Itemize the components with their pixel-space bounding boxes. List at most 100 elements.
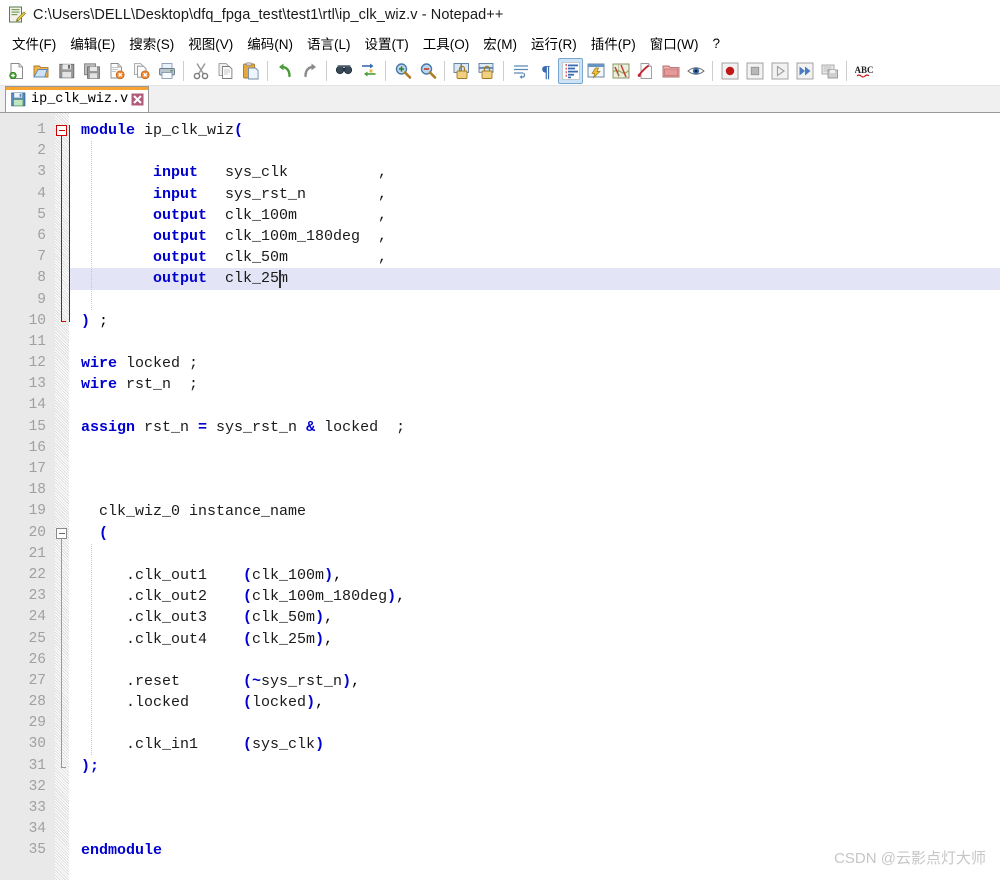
code-line[interactable]: ); (69, 756, 1000, 777)
code-token: output (153, 206, 208, 224)
code-line[interactable]: assign rst_n = sys_rst_n & locked ; (69, 417, 1000, 438)
toolbar: ¶ ABC (0, 56, 1000, 86)
copy-button[interactable] (213, 58, 238, 84)
word-wrap-button[interactable] (508, 58, 533, 84)
code-line[interactable] (69, 141, 1000, 162)
menu-file[interactable]: 文件(F) (5, 30, 63, 56)
stop-recording-button[interactable] (742, 58, 767, 84)
fold-toggle-icon[interactable] (56, 527, 67, 539)
code-line[interactable] (69, 438, 1000, 459)
find-button[interactable] (331, 58, 356, 84)
code-line[interactable]: .clk_out4 (clk_25m), (69, 629, 1000, 650)
show-all-characters-button[interactable]: ¶ (533, 58, 558, 84)
toolbar-separator (712, 60, 713, 81)
code-line[interactable]: .clk_in1 (sys_clk) (69, 734, 1000, 755)
copy-icon (217, 62, 235, 80)
indent-guide (91, 544, 93, 756)
save-all-button[interactable] (79, 58, 104, 84)
function-list-button[interactable] (633, 58, 658, 84)
floppy-saved-icon (11, 92, 26, 107)
menu-window[interactable]: 窗口(W) (643, 30, 706, 56)
code-line[interactable]: wire rst_n ; (69, 374, 1000, 395)
line-number: 3 (37, 164, 46, 181)
menu-run[interactable]: 运行(R) (524, 30, 584, 56)
code-line[interactable]: output clk_25m (69, 268, 1000, 290)
code-line[interactable] (69, 650, 1000, 671)
zoom-out-button[interactable] (415, 58, 440, 84)
record-macro-button[interactable] (717, 58, 742, 84)
close-file-button[interactable] (104, 58, 129, 84)
undo-button[interactable] (272, 58, 297, 84)
code-line[interactable]: .reset (~sys_rst_n), (69, 671, 1000, 692)
menu-settings[interactable]: 设置(T) (358, 30, 416, 56)
code-line[interactable] (69, 713, 1000, 734)
menu-macro[interactable]: 宏(M) (476, 30, 524, 56)
fold-toggle-icon[interactable] (56, 125, 67, 137)
code-text-area[interactable]: module ip_clk_wiz( input sys_clk , input… (69, 113, 1000, 880)
redo-button[interactable] (297, 58, 322, 84)
menu-encoding[interactable]: 编码(N) (240, 30, 300, 56)
code-line[interactable] (69, 332, 1000, 353)
user-defined-dialog-button[interactable] (583, 58, 608, 84)
code-line[interactable] (69, 777, 1000, 798)
code-line[interactable] (69, 459, 1000, 480)
print-button[interactable] (154, 58, 179, 84)
open-file-button[interactable] (29, 58, 54, 84)
code-line[interactable]: clk_wiz_0 instance_name (69, 501, 1000, 522)
code-line[interactable]: .locked (locked), (69, 692, 1000, 713)
sync-vertical-scroll-button[interactable] (449, 58, 474, 84)
code-line[interactable]: ( (69, 523, 1000, 544)
play-macro-button[interactable] (767, 58, 792, 84)
save-macro-button[interactable] (817, 58, 842, 84)
code-line[interactable]: input sys_rst_n , (69, 184, 1000, 205)
line-number: 6 (37, 227, 46, 244)
code-line[interactable]: ) ; (69, 311, 1000, 332)
paste-button[interactable] (238, 58, 263, 84)
replace-button[interactable] (356, 58, 381, 84)
code-line[interactable] (69, 480, 1000, 501)
code-line[interactable]: .clk_out3 (clk_50m), (69, 607, 1000, 628)
new-file-button[interactable] (4, 58, 29, 84)
code-line[interactable]: wire locked ; (69, 353, 1000, 374)
line-number: 20 (28, 524, 46, 541)
code-line[interactable]: output clk_100m , (69, 205, 1000, 226)
folder-as-workspace-button[interactable] (658, 58, 683, 84)
code-line[interactable]: .clk_out1 (clk_100m), (69, 565, 1000, 586)
menu-plugins[interactable]: 插件(P) (584, 30, 643, 56)
close-all-files-button[interactable] (129, 58, 154, 84)
fold-margin[interactable] (55, 113, 69, 880)
code-line[interactable]: input sys_clk , (69, 162, 1000, 183)
code-line[interactable] (69, 544, 1000, 565)
editor-area[interactable]: 1 2 3 4 5 6 7 8 9 10 11 12 13 14 15 16 17 18 19 20 21 22 23 24 2… (0, 113, 1000, 880)
menu-tools[interactable]: 工具(O) (416, 30, 477, 56)
monitoring-button[interactable] (683, 58, 708, 84)
code-line[interactable]: output clk_50m , (69, 247, 1000, 268)
code-line[interactable] (69, 395, 1000, 416)
close-file-icon (108, 62, 126, 80)
code-line[interactable] (69, 290, 1000, 311)
cut-button[interactable] (188, 58, 213, 84)
menu-search[interactable]: 搜索(S) (122, 30, 181, 56)
tab-ip-clk-wiz[interactable]: ip_clk_wiz.v (5, 86, 150, 112)
code-line[interactable] (69, 798, 1000, 819)
code-line[interactable]: output clk_100m_180deg , (69, 226, 1000, 247)
code-line[interactable]: .clk_out2 (clk_100m_180deg), (69, 586, 1000, 607)
run-macro-multiple-button[interactable] (792, 58, 817, 84)
sync-horizontal-scroll-button[interactable] (474, 58, 499, 84)
code-token: ) (315, 736, 325, 754)
tab-bar: ip_clk_wiz.v (0, 86, 1000, 113)
menu-help[interactable]: ? (705, 33, 727, 54)
code-line[interactable]: module ip_clk_wiz( (69, 120, 1000, 141)
record-macro-icon (721, 62, 739, 80)
tab-close-icon[interactable] (131, 93, 144, 106)
zoom-in-button[interactable] (390, 58, 415, 84)
line-number: 27 (28, 672, 46, 689)
menu-edit[interactable]: 编辑(E) (63, 30, 122, 56)
save-button[interactable] (54, 58, 79, 84)
spell-check-button[interactable]: ABC (851, 58, 876, 84)
indent-guideline-button[interactable] (558, 57, 583, 84)
code-line[interactable] (69, 819, 1000, 840)
menu-view[interactable]: 视图(V) (181, 30, 240, 56)
document-map-button[interactable] (608, 58, 633, 84)
menu-language[interactable]: 语言(L) (300, 30, 358, 56)
